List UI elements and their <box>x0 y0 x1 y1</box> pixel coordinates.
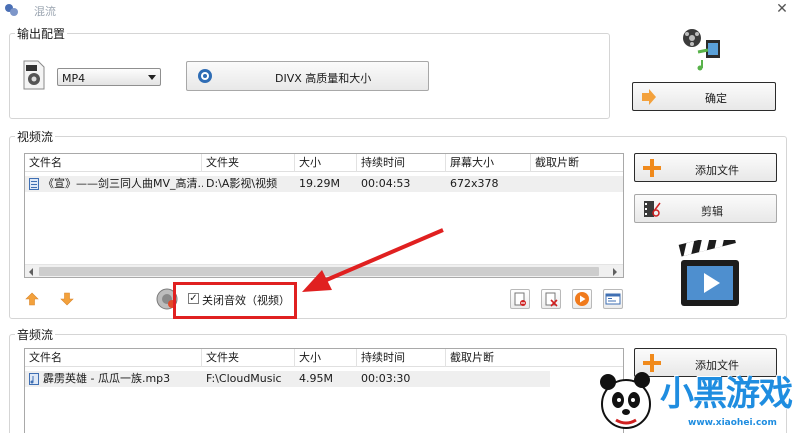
watermark-url: www.xiaohei.com <box>688 418 777 428</box>
delete-doc-icon <box>545 292 558 307</box>
delete-all-button[interactable] <box>541 289 561 309</box>
properties-icon <box>605 293 621 305</box>
col-filename[interactable]: 文件名 <box>25 349 202 367</box>
panda-logo-icon <box>600 372 651 429</box>
cell-filename: 霹雳英雄 - 瓜瓜一族.mp3 <box>43 372 171 385</box>
col-size[interactable]: 大小 <box>295 349 357 367</box>
play-button[interactable] <box>572 289 592 309</box>
cell-folder: F:\CloudMusic <box>206 372 282 385</box>
audio-file-icon <box>29 373 39 385</box>
table-row[interactable]: 霹雳英雄 - 瓜瓜一族.mp3 F:\CloudMusic 4.95M 00:0… <box>25 371 550 387</box>
remove-item-button[interactable] <box>510 289 530 309</box>
watermark: 小黑游戏 www.xiaohei.com <box>596 360 796 433</box>
properties-button[interactable] <box>603 289 623 309</box>
remove-doc-icon <box>514 292 526 306</box>
cell-size: 4.95M <box>299 372 333 385</box>
audio-list-header: 文件名 文件夹 大小 持续时间 截取片断 <box>25 349 623 367</box>
watermark-brand: 小黑游戏 <box>660 374 793 414</box>
audio-stream-label: 音频流 <box>15 326 56 343</box>
play-icon <box>575 292 589 306</box>
col-duration[interactable]: 持续时间 <box>357 349 446 367</box>
audio-file-list[interactable]: 文件名 文件夹 大小 持续时间 截取片断 霹雳英雄 - 瓜瓜一族.mp3 F:\… <box>24 348 624 433</box>
cell-duration: 00:03:30 <box>361 372 411 385</box>
col-folder[interactable]: 文件夹 <box>202 349 295 367</box>
